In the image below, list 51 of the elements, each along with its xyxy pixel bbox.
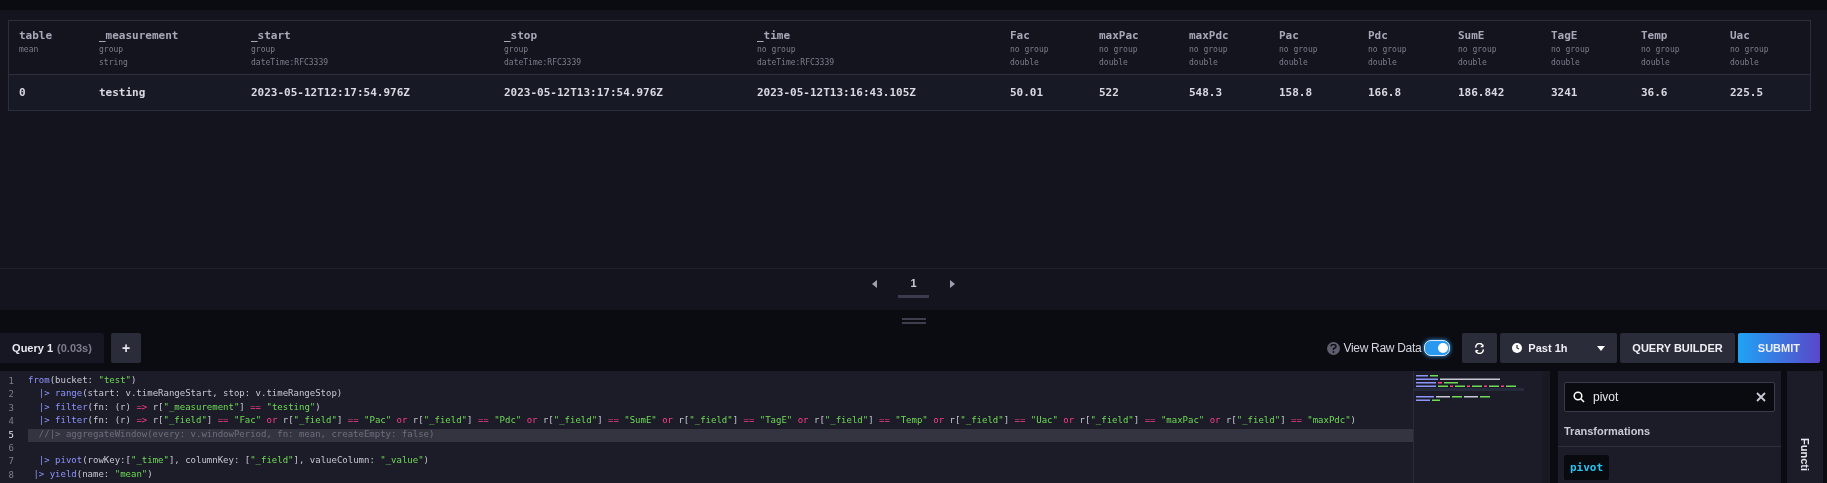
table-cell: 548.3	[1179, 75, 1269, 110]
code-line[interactable]: |> pivot(rowKey:["_time"], columnKey: ["_field"], valueColumn: "_value")	[28, 455, 1413, 469]
table-cell: 2023-05-12T12:17:54.976Z	[241, 75, 494, 110]
table-cell: 36.6	[1631, 75, 1720, 110]
query-tab[interactable]: Query 1 (0.03s)	[0, 333, 104, 363]
submit-button[interactable]: SUBMIT	[1737, 333, 1820, 363]
previous-page-icon[interactable]	[872, 280, 878, 288]
table-cell: 3241	[1541, 75, 1631, 110]
line-number: 7	[7, 455, 15, 469]
functions-tab[interactable]: Functi	[1799, 438, 1811, 471]
page-number[interactable]: 1	[910, 277, 917, 289]
line-number: 3	[7, 401, 15, 415]
table-cell: 225.5	[1720, 75, 1810, 110]
table-cell: 158.8	[1269, 75, 1358, 110]
code-line[interactable]: |> range(start: v.timeRangeStart, stop: v.timeRangeStop)	[28, 388, 1413, 402]
search-icon	[1573, 391, 1585, 403]
code-line[interactable]: |> filter(fn: (r) => r["_measurement"] == "testing")	[28, 401, 1413, 416]
line-number: 2	[7, 388, 15, 402]
function-item[interactable]: pivot	[1564, 455, 1610, 480]
resize-handle-icon[interactable]	[901, 318, 926, 324]
line-number: 4	[7, 415, 15, 429]
table-cell: 0	[9, 75, 89, 110]
line-number: 8	[7, 468, 15, 482]
table-cell: 522	[1089, 75, 1179, 110]
code-line[interactable]: from(bucket: "test")	[28, 375, 1413, 389]
code-line[interactable]: |> yield(name: "mean")	[28, 468, 1413, 483]
clock-icon	[1512, 343, 1523, 353]
refresh-button[interactable]	[1462, 333, 1498, 363]
refresh-icon	[1474, 342, 1486, 354]
table-cell: testing	[89, 75, 241, 110]
help-icon[interactable]	[1327, 341, 1341, 355]
caret-icon	[1597, 345, 1606, 351]
table-cell: 186.842	[1448, 75, 1541, 110]
view-raw-data-toggle[interactable]	[1424, 340, 1451, 356]
time-range-dropdown[interactable]: Past 1h	[1500, 333, 1618, 363]
query-builder-button[interactable]: QUERY BUILDER	[1620, 333, 1735, 363]
search-input[interactable]: pivot	[1593, 390, 1748, 404]
table-cell: 2023-05-12T13:16:43.105Z	[747, 75, 1000, 110]
search-field[interactable]: pivot	[1564, 382, 1775, 412]
add-query-button[interactable]: +	[111, 333, 141, 363]
line-number: 1	[7, 375, 15, 388]
line-number: 5	[7, 428, 15, 442]
close-icon[interactable]	[1756, 392, 1766, 402]
next-page-icon[interactable]	[949, 280, 955, 288]
section-heading: Transformations	[1558, 425, 1781, 447]
table-cell: 166.8	[1358, 75, 1448, 110]
code-line[interactable]: |> filter(fn: (r) => r["_field"] == "Fac" or r["_field"] == "Pac" or r["_field"] == "Pdc" or r["_field"] == "SumE" or r["_field"] == "TagE" or r["_field"] == "Temp" or r["_field"] == "Uac" or r["_field"] == "maxPac" or r["_field"] == "maxPdc")	[28, 415, 1413, 429]
table-cell: 2023-05-12T13:17:54.976Z	[494, 75, 747, 110]
table-cell: 50.01	[1000, 75, 1089, 110]
line-number: 6	[7, 441, 15, 455]
view-raw-data-label: View Raw Data	[1343, 341, 1422, 355]
